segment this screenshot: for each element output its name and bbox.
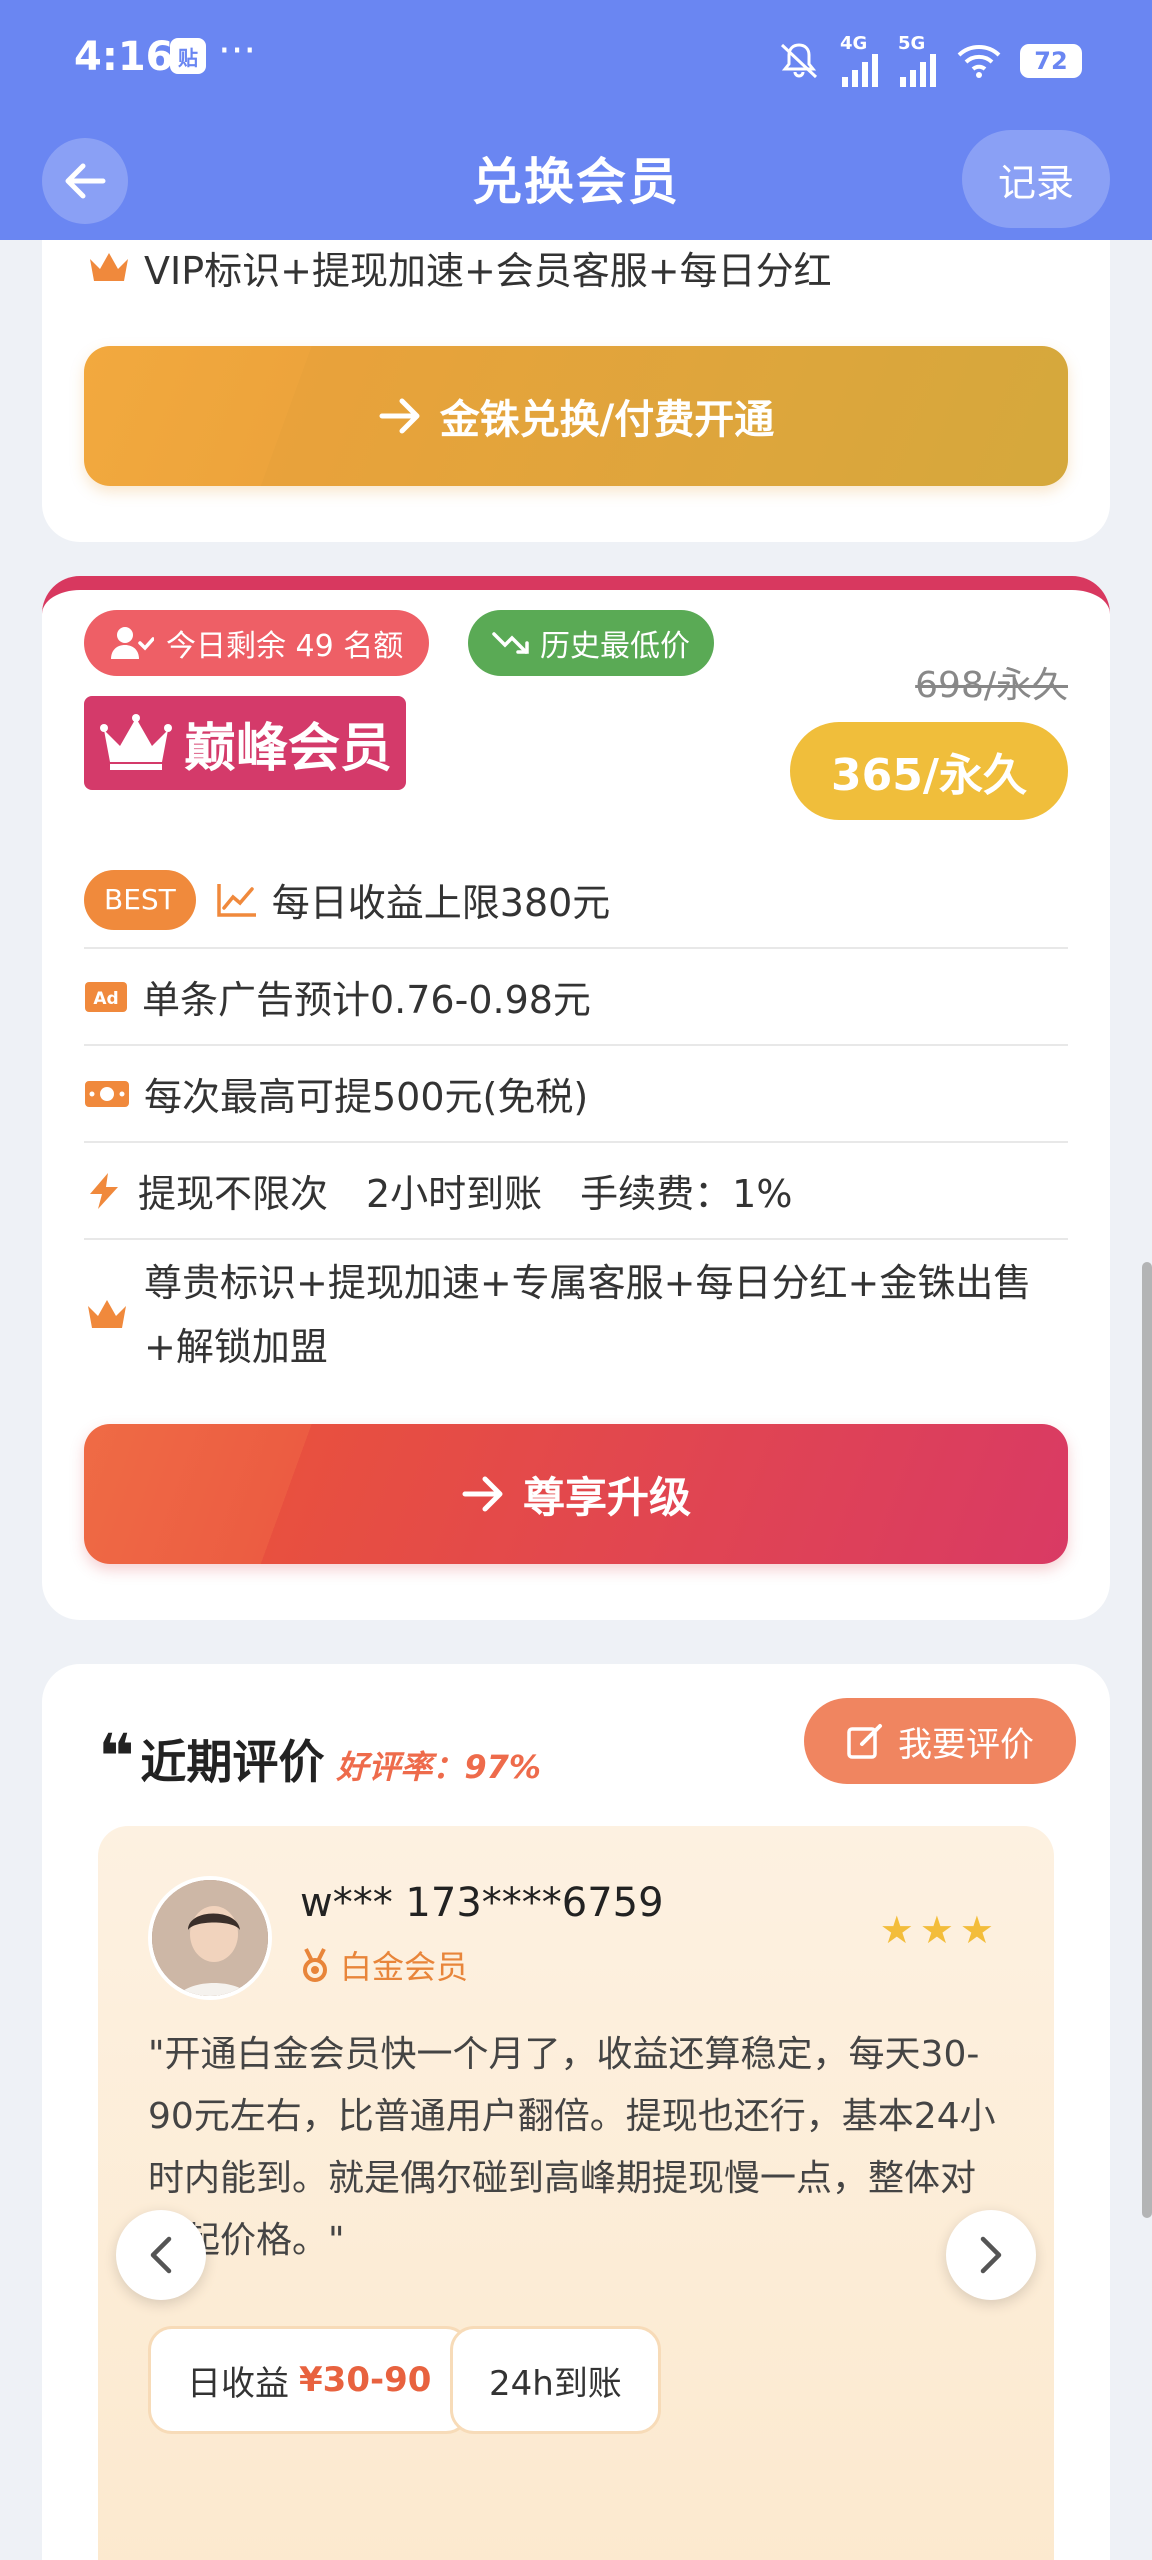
remaining-quota-tag: 今日剩余 49 名额 xyxy=(84,610,430,676)
remaining-quota-text: 今日剩余 49 名额 xyxy=(166,629,404,664)
app-header: 4:16 贴 ··· 4G 5G 72 兑换会员 记录 xyxy=(0,0,1152,240)
member-level-text: 白金会员 xyxy=(340,1948,469,1986)
upgrade-label: 尊享升级 xyxy=(522,1472,691,1522)
member-level: 白金会员 xyxy=(300,1942,468,1988)
feature-text: 尊贵标识+提现加速+专属客服+每日分红+金铢出售+解锁加盟 xyxy=(144,1261,1032,1369)
chart-line-icon xyxy=(216,882,258,918)
user-check-icon xyxy=(111,627,154,659)
review-text: "开通白金会员快一个月了，收益还算稳定，每天30-90元左右，比普通用户翻倍。提… xyxy=(148,2034,996,2261)
signal-4g-icon: 4G xyxy=(840,34,880,87)
ad-icon: Ad xyxy=(84,981,128,1013)
trend-down-icon xyxy=(492,632,529,654)
notification-app-icon: 贴 xyxy=(170,38,206,74)
write-review-button[interactable]: 我要评价 xyxy=(804,1698,1076,1784)
income-value: ¥30-90 xyxy=(299,2360,432,2400)
current-price: 365/永久 xyxy=(790,722,1068,820)
feature-list: BEST 每日收益上限380元 Ad 单条广告预计0.76-0.98元 每次最高… xyxy=(84,852,1068,1390)
lowest-price-tag: 历史最低价 xyxy=(468,610,714,676)
income-pill: 日收益 ¥30-90 xyxy=(148,2326,471,2434)
wifi-icon xyxy=(956,43,1002,79)
crown-icon xyxy=(84,1296,130,1334)
battery-icon: 72 xyxy=(1020,43,1082,78)
more-notifications-icon: ··· xyxy=(218,28,257,74)
prev-review-button[interactable] xyxy=(116,2210,206,2300)
svg-text:Ad: Ad xyxy=(93,989,118,1009)
rating-stars: ★★★ xyxy=(879,1908,1000,1952)
quote-icon: ❝ xyxy=(98,1720,135,1793)
crown-icon xyxy=(86,249,132,287)
avatar xyxy=(148,1876,272,2000)
feature-text: VIP标识+提现加速+会员客服+每日分红 xyxy=(144,249,832,293)
reviews-card: ❝ 近期评价 好评率：97% 我要评价 w*** 173****6759 白金会… xyxy=(42,1664,1110,2560)
peak-member-badge: 巅峰会员 xyxy=(84,696,407,790)
record-button[interactable]: 记录 xyxy=(962,130,1110,228)
lowest-price-text: 历史最低价 xyxy=(540,629,690,664)
feature-text: 单条广告预计0.76-0.98元 xyxy=(142,978,591,1022)
gold-exchange-label: 金铢兑换/付费开通 xyxy=(439,397,775,443)
status-icons: 4G 5G 72 xyxy=(776,34,1082,87)
signal-5g-icon: 5G xyxy=(898,34,938,87)
mute-icon xyxy=(776,41,822,81)
write-review-label: 我要评价 xyxy=(898,1724,1034,1765)
feature-row: Ad 单条广告预计0.76-0.98元 xyxy=(84,949,1068,1046)
money-icon xyxy=(84,1077,130,1111)
lightning-icon xyxy=(84,1171,124,1211)
status-bar: 4:16 贴 ··· 4G 5G 72 xyxy=(0,0,1152,115)
medal-icon xyxy=(303,1948,327,1982)
arrow-right-icon xyxy=(462,1476,503,1512)
status-time: 4:16 xyxy=(74,34,174,80)
reviews-title: ❝ 近期评价 好评率：97% xyxy=(98,1726,541,1792)
gold-exchange-button[interactable]: 金铢兑换/付费开通 xyxy=(84,346,1068,486)
feature-row: BEST 每日收益上限380元 xyxy=(84,852,1068,949)
feature-text: 提现不限次 2小时到账 手续费：1% xyxy=(138,1172,793,1216)
upgrade-button[interactable]: 尊享升级 xyxy=(84,1424,1068,1564)
feature-row: VIP标识+提现加速+会员客服+每日分红 xyxy=(86,240,832,295)
reviewer-name: w*** 173****6759 xyxy=(300,1880,664,1926)
feature-row: 每次最高可提500元(免税) xyxy=(84,1046,1068,1143)
original-price: 698/永久 xyxy=(915,665,1068,706)
feature-row: 尊贵标识+提现加速+专属客服+每日分红+金铢出售+解锁加盟 xyxy=(84,1240,1068,1390)
feature-row: 提现不限次 2小时到账 手续费：1% xyxy=(84,1143,1068,1240)
feature-text: 每次最高可提500元(免税) xyxy=(144,1075,589,1119)
best-badge: BEST xyxy=(84,869,196,930)
positive-rate: 好评率：97% xyxy=(336,1748,541,1786)
arrival-text: 24h到账 xyxy=(489,2363,622,2404)
chevron-left-icon xyxy=(150,2236,172,2274)
arrival-pill: 24h到账 xyxy=(450,2326,661,2434)
arrow-right-icon xyxy=(379,398,420,434)
review-item: w*** 173****6759 白金会员 ★★★ "开通白金会员快一个月了，收… xyxy=(98,1826,1054,2560)
chevron-right-icon xyxy=(980,2236,1002,2274)
scrollbar[interactable] xyxy=(1142,1262,1152,2218)
income-label: 日收益 xyxy=(187,2363,289,2404)
peak-member-title: 巅峰会员 xyxy=(184,718,393,779)
feature-text: 每日收益上限380元 xyxy=(271,881,611,925)
crown-icon xyxy=(100,714,172,770)
membership-card-peak: 今日剩余 49 名额 历史最低价 巅峰会员 698/永久 365/永久 BEST… xyxy=(42,576,1110,1620)
edit-icon xyxy=(847,1724,882,1759)
reviews-heading: 近期评价 xyxy=(140,1735,325,1789)
next-review-button[interactable] xyxy=(946,2210,1036,2300)
